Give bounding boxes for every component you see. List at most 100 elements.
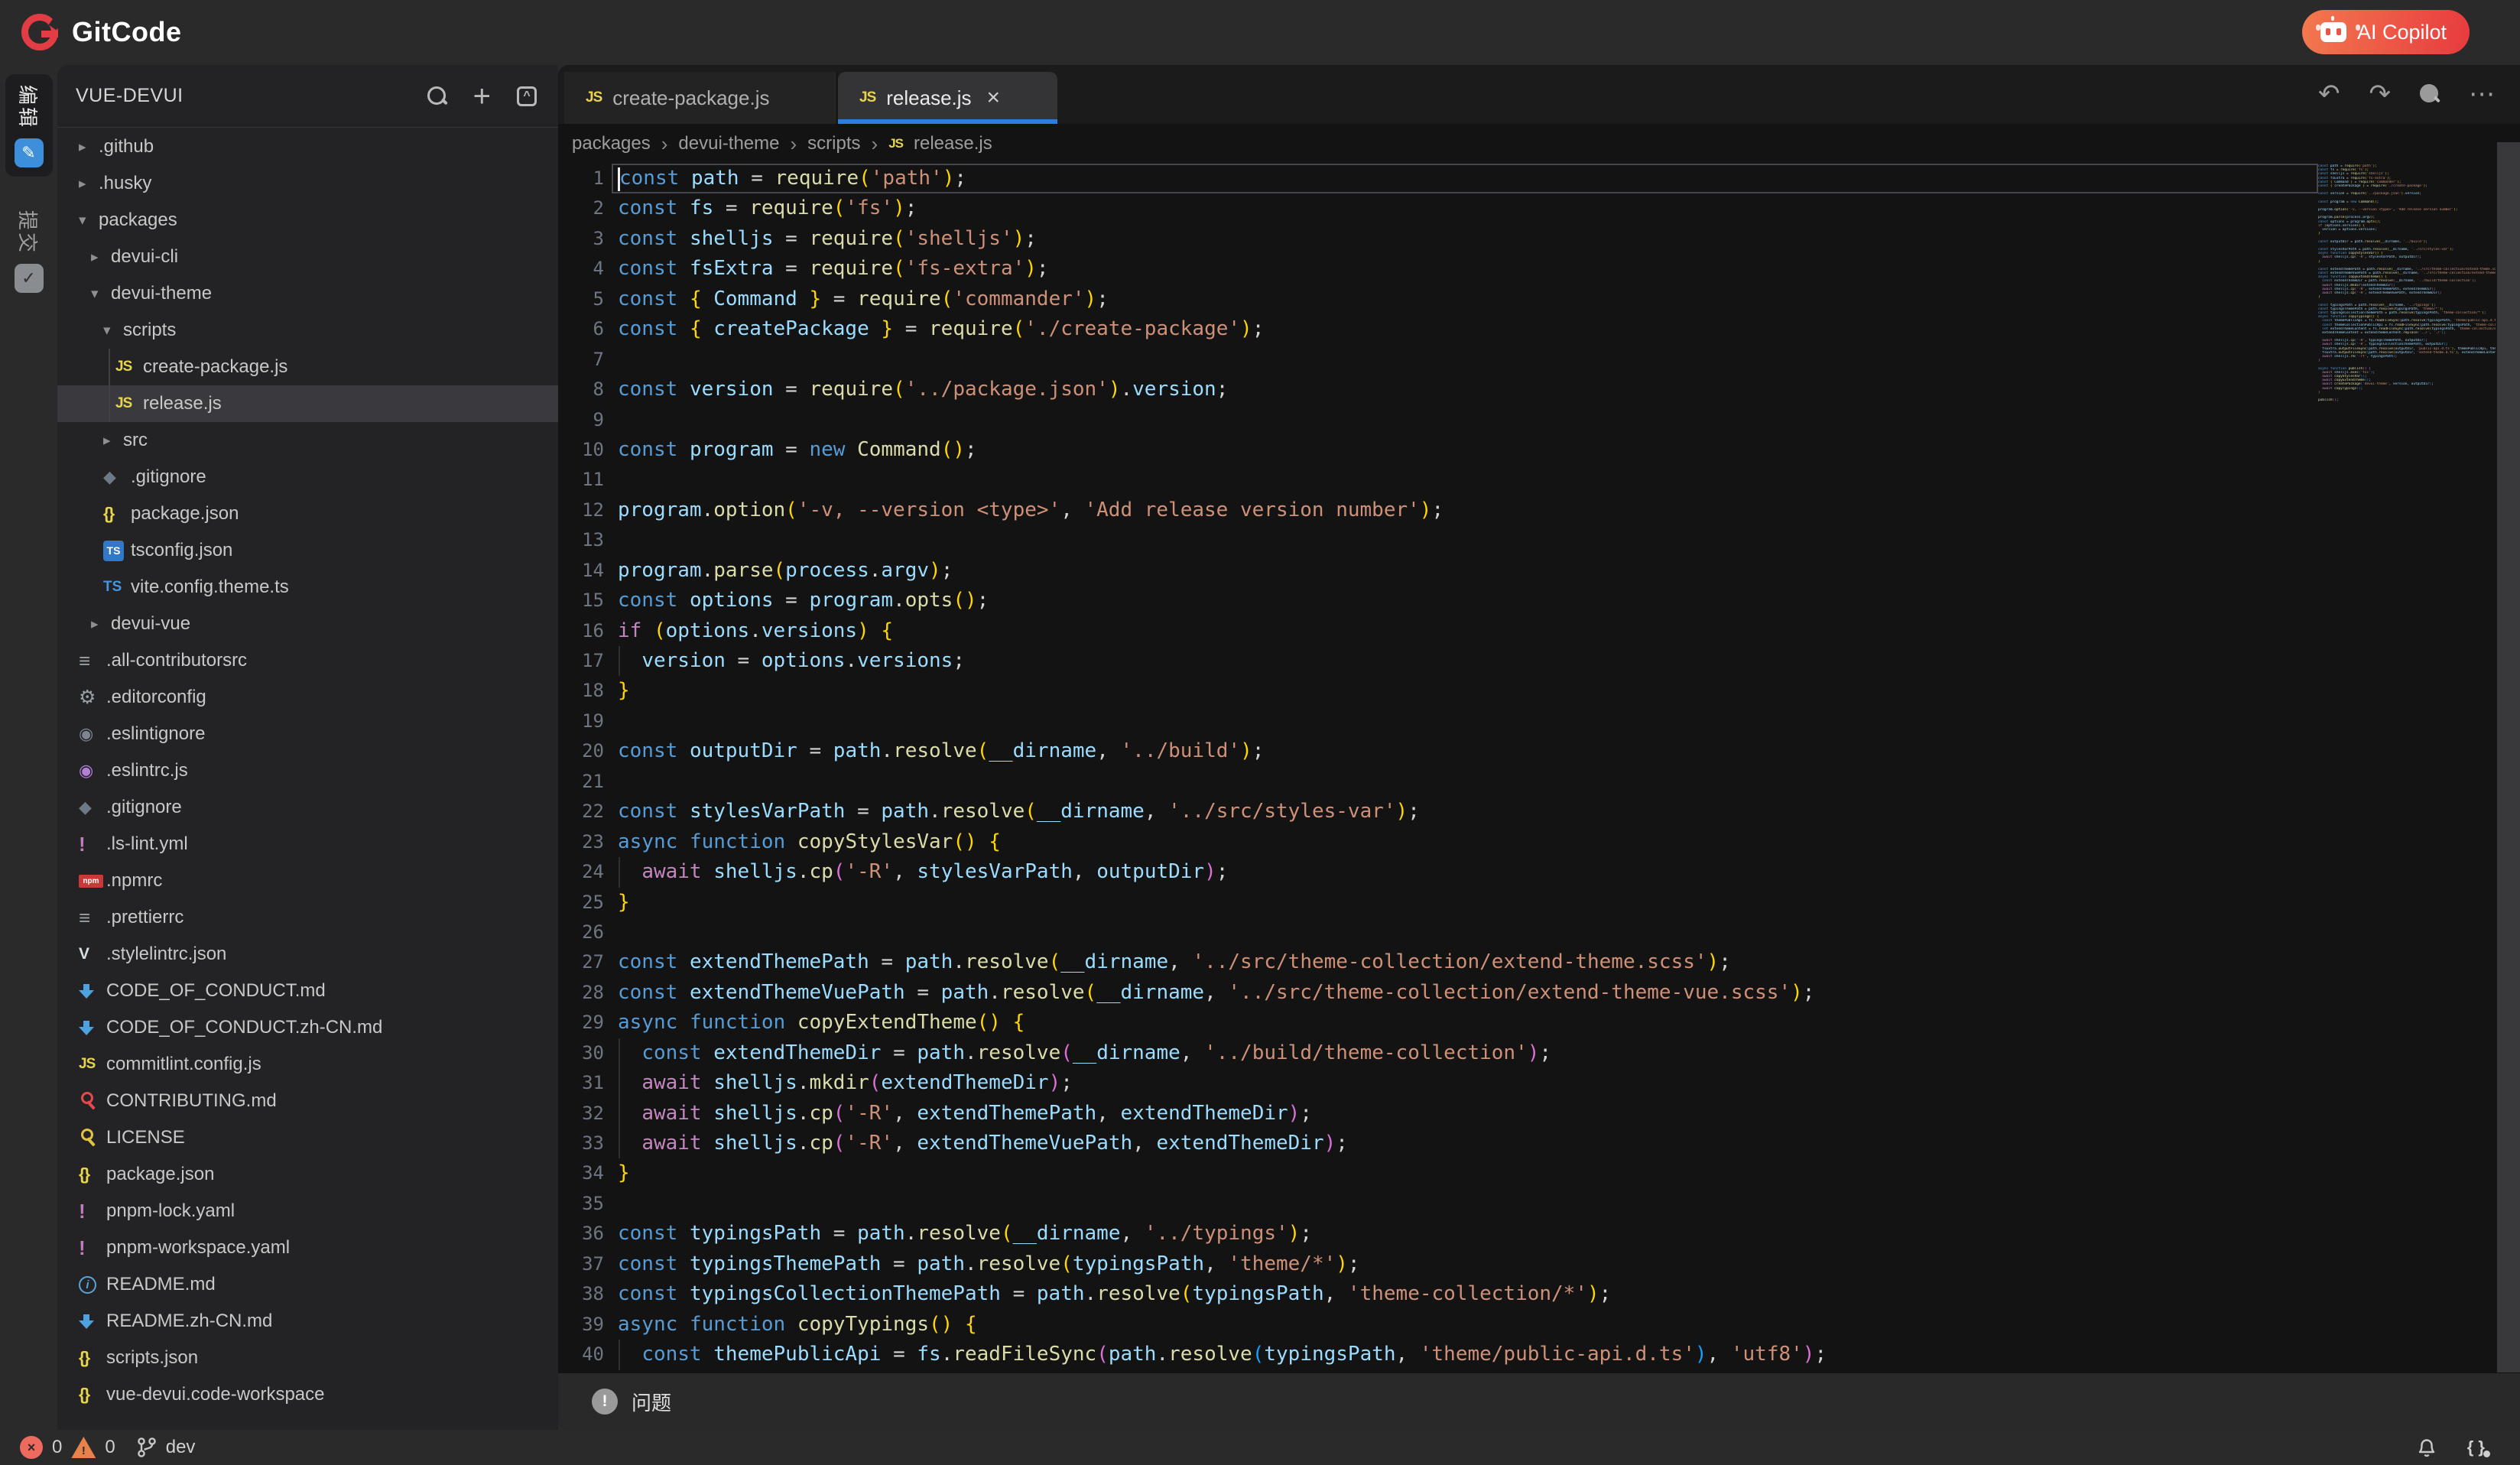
activity-item-edit[interactable]: 编辑✎ bbox=[5, 74, 53, 177]
line-number[interactable]: 24 bbox=[558, 857, 604, 887]
ai-copilot-button[interactable]: AI Copilot bbox=[2302, 10, 2470, 54]
tree-file-tsconfig.json[interactable]: TStsconfig.json bbox=[57, 532, 558, 569]
line-number[interactable]: 21 bbox=[558, 767, 604, 797]
code-line-content[interactable]: const program = new Command(); bbox=[612, 435, 2318, 465]
code-line-content[interactable]: async function copyStylesVar() { bbox=[612, 827, 2318, 857]
more-actions-icon[interactable]: ⋯ bbox=[2469, 79, 2497, 109]
line-number[interactable]: 39 bbox=[558, 1310, 604, 1340]
line-number[interactable]: 33 bbox=[558, 1129, 604, 1158]
code-line-37[interactable]: 37const typingsThemePath = path.resolve(… bbox=[558, 1249, 2318, 1279]
line-number[interactable]: 18 bbox=[558, 676, 604, 706]
code-line-40[interactable]: 40 const themePublicApi = fs.readFileSyn… bbox=[558, 1340, 2318, 1369]
code-line-31[interactable]: 31 await shelljs.mkdir(extendThemeDir); bbox=[558, 1068, 2318, 1098]
tree-folder-devui-vue[interactable]: ▸devui-vue bbox=[57, 606, 558, 642]
code-line-5[interactable]: 5const { Command } = require('commander'… bbox=[558, 284, 2318, 314]
breadcrumb-segment[interactable]: devui-theme bbox=[678, 133, 779, 154]
code-line-10[interactable]: 10const program = new Command(); bbox=[558, 435, 2318, 465]
code-line-7[interactable]: 7 bbox=[558, 345, 2318, 375]
line-number[interactable]: 7 bbox=[558, 345, 604, 375]
line-number[interactable]: 13 bbox=[558, 525, 604, 555]
tree-file-commitlint.config.js[interactable]: JScommitlint.config.js bbox=[57, 1046, 558, 1083]
search-icon[interactable] bbox=[427, 86, 447, 106]
tree-folder-.husky[interactable]: ▸.husky bbox=[57, 165, 558, 202]
code-line-30[interactable]: 30 const extendThemeDir = path.resolve(_… bbox=[558, 1038, 2318, 1068]
line-number[interactable]: 5 bbox=[558, 284, 604, 314]
line-number[interactable]: 4 bbox=[558, 254, 604, 284]
line-number[interactable]: 16 bbox=[558, 616, 604, 646]
tree-file-create-package.js[interactable]: JScreate-package.js bbox=[57, 349, 558, 385]
bell-icon[interactable] bbox=[2417, 1437, 2437, 1458]
line-number[interactable]: 30 bbox=[558, 1038, 604, 1068]
code-line-content[interactable]: program.option('-v, --version <type>', '… bbox=[612, 495, 2318, 525]
code-line-3[interactable]: 3const shelljs = require('shelljs'); bbox=[558, 224, 2318, 254]
code-line-35[interactable]: 35 bbox=[558, 1189, 2318, 1219]
tree-folder-packages[interactable]: ▾packages bbox=[57, 202, 558, 239]
line-number[interactable]: 37 bbox=[558, 1249, 604, 1279]
code-line-content[interactable]: await shelljs.cp('-R', stylesVarPath, ou… bbox=[612, 857, 2318, 887]
code-line-content[interactable]: const fsExtra = require('fs-extra'); bbox=[612, 254, 2318, 284]
new-file-icon[interactable]: + bbox=[473, 86, 491, 106]
tree-folder-devui-cli[interactable]: ▸devui-cli bbox=[57, 239, 558, 275]
tree-file-.prettierrc[interactable]: ≡.prettierrc bbox=[57, 899, 558, 936]
code-line-content[interactable]: const { createPackage } = require('./cre… bbox=[612, 314, 2318, 344]
code-line-28[interactable]: 28const extendThemeVuePath = path.resolv… bbox=[558, 978, 2318, 1008]
breadcrumb-file[interactable]: release.js bbox=[914, 133, 992, 154]
tree-file-CODE_OF_CONDUCT.zh-CN.md[interactable]: CODE_OF_CONDUCT.zh-CN.md bbox=[57, 1009, 558, 1046]
code-line-32[interactable]: 32 await shelljs.cp('-R', extendThemePat… bbox=[558, 1099, 2318, 1129]
line-number[interactable]: 40 bbox=[558, 1340, 604, 1369]
line-number[interactable]: 6 bbox=[558, 314, 604, 344]
tree-file-.npmrc[interactable]: npm.npmrc bbox=[57, 862, 558, 899]
code-line-content[interactable] bbox=[612, 465, 2318, 495]
code-line-16[interactable]: 16 if (options.versions) { bbox=[558, 616, 2318, 646]
tree-file-vite.config.theme.ts[interactable]: TSvite.config.theme.ts bbox=[57, 569, 558, 606]
tree-file-.ls-lint.yml[interactable]: !.ls-lint.yml bbox=[57, 826, 558, 862]
line-number[interactable]: 14 bbox=[558, 556, 604, 586]
code-line-2[interactable]: 2const fs = require('fs'); bbox=[558, 193, 2318, 223]
code-line-26[interactable]: 26 bbox=[558, 918, 2318, 947]
language-mode-icon[interactable]: { } bbox=[2467, 1437, 2485, 1457]
tree-file-CONTRIBUTING.md[interactable]: CONTRIBUTING.md bbox=[57, 1083, 558, 1119]
code-line-content[interactable]: await shelljs.mkdir(extendThemeDir); bbox=[612, 1068, 2318, 1098]
tree-folder-scripts[interactable]: ▾scripts bbox=[57, 312, 558, 349]
code-line-content[interactable]: const typingsCollectionThemePath = path.… bbox=[612, 1279, 2318, 1309]
code-line-content[interactable] bbox=[612, 707, 2318, 736]
code-line-content[interactable] bbox=[612, 767, 2318, 797]
code-line-29[interactable]: 29async function copyExtendTheme() { bbox=[558, 1008, 2318, 1038]
code-line-content[interactable] bbox=[612, 345, 2318, 375]
line-number[interactable]: 27 bbox=[558, 947, 604, 977]
line-number[interactable]: 34 bbox=[558, 1158, 604, 1188]
code-line-content[interactable]: } bbox=[612, 888, 2318, 918]
minimap[interactable]: const path = require('path');const fs = … bbox=[2318, 164, 2496, 700]
line-number[interactable]: 2 bbox=[558, 193, 604, 223]
code-line-34[interactable]: 34} bbox=[558, 1158, 2318, 1188]
code-line-1[interactable]: 1const path = require('path'); bbox=[558, 164, 2318, 193]
tree-file-.stylelintrc.json[interactable]: V.stylelintrc.json bbox=[57, 936, 558, 973]
code-line-content[interactable] bbox=[612, 525, 2318, 555]
code-line-content[interactable]: } bbox=[612, 1158, 2318, 1188]
code-line-content[interactable]: const path = require('path'); bbox=[612, 164, 2318, 193]
code-line-13[interactable]: 13 bbox=[558, 525, 2318, 555]
problems-panel-bar[interactable]: ! 问题 bbox=[558, 1372, 2520, 1430]
code-line-content[interactable]: const extendThemePath = path.resolve(__d… bbox=[612, 947, 2318, 977]
line-number[interactable]: 29 bbox=[558, 1008, 604, 1038]
tree-folder-src[interactable]: ▸src bbox=[57, 422, 558, 459]
code-line-content[interactable]: version = options.versions; bbox=[612, 646, 2318, 676]
tree-file-.editorconfig[interactable]: ⚙.editorconfig bbox=[57, 679, 558, 716]
code-line-24[interactable]: 24 await shelljs.cp('-R', stylesVarPath,… bbox=[558, 857, 2318, 887]
code-line-content[interactable]: const extendThemeVuePath = path.resolve(… bbox=[612, 978, 2318, 1008]
line-number[interactable]: 9 bbox=[558, 405, 604, 435]
tree-file-package.json[interactable]: {}package.json bbox=[57, 1156, 558, 1193]
tree-file-pnpm-lock.yaml[interactable]: !pnpm-lock.yaml bbox=[57, 1193, 558, 1229]
tree-file-package.json[interactable]: {}package.json bbox=[57, 495, 558, 532]
breadcrumb-segment[interactable]: scripts bbox=[807, 133, 860, 154]
code-line-content[interactable]: const outputDir = path.resolve(__dirname… bbox=[612, 736, 2318, 766]
code-line-content[interactable]: if (options.versions) { bbox=[612, 616, 2318, 646]
code-line-21[interactable]: 21 bbox=[558, 767, 2318, 797]
tree-file-.gitignore[interactable]: ◆.gitignore bbox=[57, 459, 558, 495]
code-line-content[interactable]: const themePublicApi = fs.readFileSync(p… bbox=[612, 1340, 2318, 1369]
redo-icon[interactable]: ↷ bbox=[2369, 81, 2392, 107]
code-editor[interactable]: 1const path = require('path');2const fs … bbox=[558, 164, 2318, 1372]
line-number[interactable]: 17 bbox=[558, 646, 604, 676]
code-line-22[interactable]: 22const stylesVarPath = path.resolve(__d… bbox=[558, 797, 2318, 827]
gitcode-logo[interactable]: GitCode bbox=[21, 14, 182, 50]
